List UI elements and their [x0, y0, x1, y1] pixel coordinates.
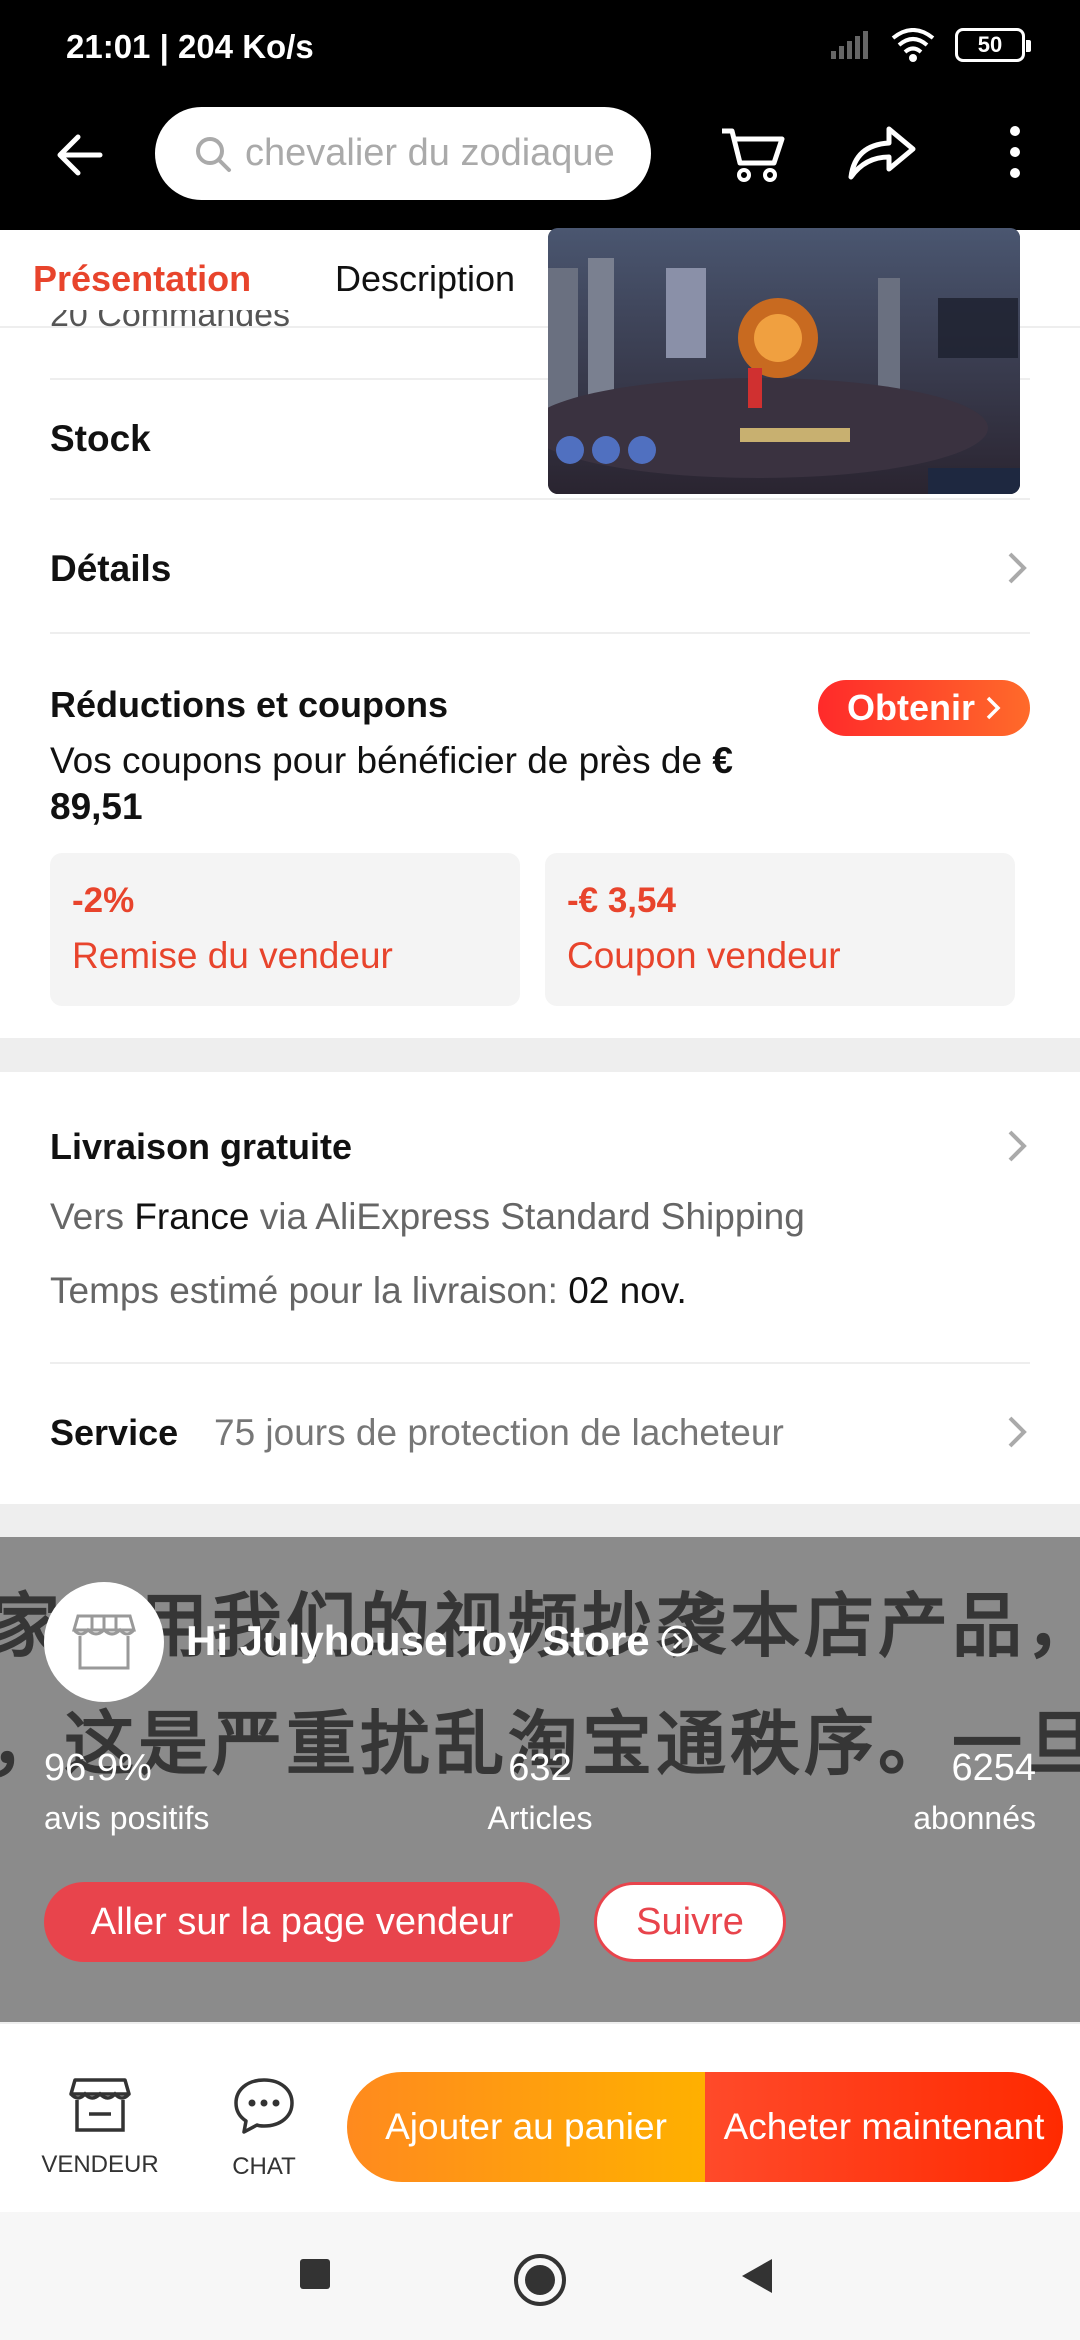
shipping-section[interactable]: Livraison gratuite Vers France via AliEx…	[0, 1072, 1080, 1362]
status-time: 21:01 | 204 Ko/s	[66, 28, 314, 65]
home-icon[interactable]	[512, 2252, 568, 2308]
coupons-title: Réductions et coupons	[50, 684, 449, 725]
store-stat-positive: 96.9% avis positifs	[44, 1747, 209, 1837]
obtain-label: Obtenir	[846, 687, 975, 728]
back-arrow-icon[interactable]	[50, 125, 110, 185]
chevron-right-icon	[986, 696, 1001, 720]
obtain-coupons-button[interactable]: Obtenir	[818, 680, 1030, 736]
store-avatar[interactable]	[44, 1582, 164, 1702]
service-title: Service	[50, 1412, 179, 1453]
tab-description[interactable]: Description	[335, 258, 515, 300]
stat-value: 6254	[951, 1747, 1036, 1789]
buy-now-button[interactable]: Acheter maintenant	[705, 2072, 1063, 2182]
coupon-card[interactable]: -2% Remise du vendeur	[50, 853, 520, 1006]
follow-button[interactable]: Suivre	[594, 1882, 786, 1962]
search-icon	[196, 136, 231, 172]
battery-level: 50	[977, 32, 1003, 57]
shipping-method: via AliExpress Standard Shipping	[249, 1196, 805, 1237]
shipping-dest-prefix: Vers	[50, 1196, 135, 1237]
details-label: Détails	[50, 548, 172, 589]
shipping-destination: Vers France via AliExpress Standard Ship…	[50, 1196, 805, 1238]
search-placeholder: chevalier du zodiaque	[245, 132, 615, 174]
coupon-value: -€ 3,54	[567, 881, 676, 920]
store-front-icon	[72, 1614, 136, 1670]
stat-value: 96.9%	[44, 1747, 152, 1789]
floating-video-player[interactable]	[548, 228, 1020, 494]
video-frame	[548, 228, 1020, 494]
details-row[interactable]: Détails	[0, 500, 1080, 632]
shipping-title: Livraison gratuite	[50, 1126, 353, 1167]
coupon-card[interactable]: -€ 3,54 Coupon vendeur	[545, 853, 1015, 1006]
section-divider	[0, 1038, 1080, 1072]
recents-icon[interactable]	[298, 2257, 332, 2291]
coupon-label: Coupon vendeur	[567, 935, 841, 976]
app-header: chevalier du zodiaque	[0, 95, 1080, 230]
store-stat-followers: 6254 abonnés	[913, 1747, 1036, 1837]
coupons-subtitle-text: Vos coupons pour bénéficier de près de	[50, 740, 713, 781]
stat-value: 632	[508, 1747, 572, 1789]
stat-label: Articles	[487, 1800, 593, 1836]
bottom-action-bar: VENDEUR CHAT Ajouter au panier Acheter m…	[0, 2022, 1080, 2212]
wifi-icon	[891, 28, 935, 62]
orders-count-peek: 20 Commandes	[50, 310, 290, 328]
section-divider	[0, 1504, 1080, 1537]
system-nav-bar	[0, 2212, 1080, 2340]
chevron-right-icon	[1008, 1130, 1027, 1162]
chevron-right-icon	[1008, 1416, 1027, 1448]
store-icon	[69, 2078, 131, 2132]
shipping-estimate-prefix: Temps estimé pour la livraison:	[50, 1270, 569, 1311]
more-vertical-icon[interactable]	[1000, 117, 1030, 187]
shipping-country: France	[134, 1196, 250, 1237]
add-to-cart-button[interactable]: Ajouter au panier	[347, 2072, 705, 2182]
battery-icon: 50	[955, 28, 1031, 62]
signal-icon	[831, 31, 868, 59]
seller-label: VENDEUR	[41, 2151, 159, 2178]
coupon-label: Remise du vendeur	[72, 935, 393, 976]
share-icon[interactable]	[845, 117, 919, 187]
chevron-right-icon	[1008, 552, 1027, 584]
coupons-subtitle: Vos coupons pour bénéficier de près de €…	[50, 738, 780, 830]
visit-store-button[interactable]: Aller sur la page vendeur	[44, 1882, 560, 1962]
service-row[interactable]: Service 75 jours de protection de lachet…	[0, 1364, 1080, 1504]
back-triangle-icon[interactable]	[740, 2257, 774, 2295]
cart-icon[interactable]	[718, 117, 788, 187]
store-section: 家使用我们的视频抄袭本店产品，特别严重，我已举报相关店铺，这里我就不直接说是哪家…	[0, 1537, 1080, 2022]
chat-bubble-icon	[234, 2078, 294, 2134]
chat-label: CHAT	[232, 2153, 296, 2180]
store-name[interactable]: Hi Julyhouse Toy Store	[186, 1617, 694, 1665]
shipping-date: 02 nov.	[568, 1270, 687, 1311]
shipping-estimate: Temps estimé pour la livraison: 02 nov.	[50, 1270, 687, 1312]
chat-button[interactable]: CHAT	[204, 2076, 324, 2181]
stat-label: abonnés	[913, 1800, 1036, 1836]
store-name-text: Hi Julyhouse Toy Store	[186, 1617, 650, 1664]
stat-label: avis positifs	[44, 1800, 210, 1836]
store-stat-articles: 632 Articles	[480, 1747, 600, 1837]
seller-button[interactable]: VENDEUR	[40, 2076, 160, 2179]
search-bar[interactable]: chevalier du zodiaque	[155, 107, 651, 200]
status-icons: 50	[831, 28, 1031, 62]
coupon-value: -2%	[72, 881, 135, 920]
status-bar: 21:01 | 204 Ko/s 50	[0, 0, 1080, 95]
tab-presentation[interactable]: Présentation	[33, 258, 251, 300]
service-text: 75 jours de protection de lacheteur	[214, 1412, 784, 1453]
stock-label: Stock	[50, 418, 151, 459]
chevron-circle-icon	[661, 1625, 693, 1657]
